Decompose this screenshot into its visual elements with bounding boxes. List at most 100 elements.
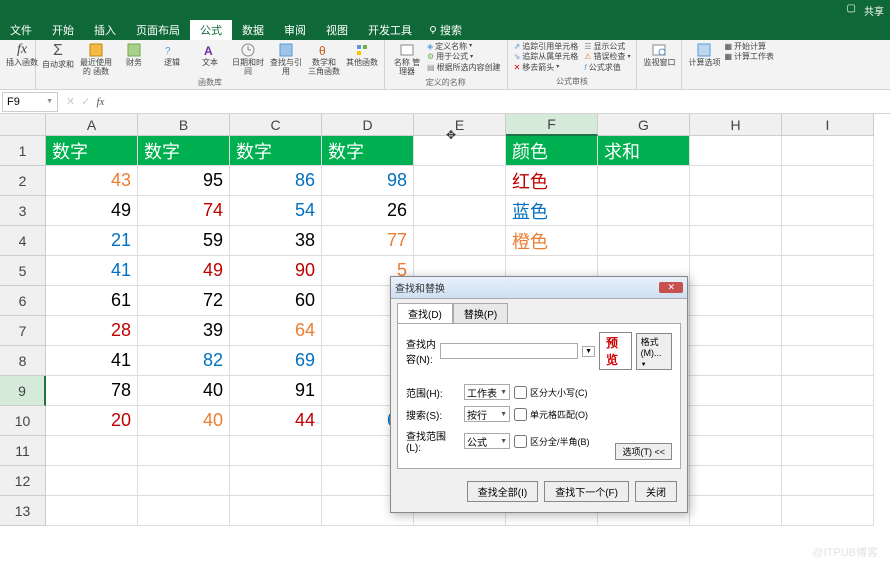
- cell-A8[interactable]: 41: [46, 346, 138, 376]
- column-header-G[interactable]: G: [598, 114, 690, 136]
- name-box[interactable]: F9 ▼: [2, 92, 58, 112]
- row-header-10[interactable]: 10: [0, 406, 46, 436]
- dialog-titlebar[interactable]: 查找和替换 ✕: [391, 277, 687, 299]
- column-header-F[interactable]: F: [506, 114, 598, 136]
- logical-button[interactable]: ?逻辑: [156, 42, 188, 68]
- text-button[interactable]: A文本: [194, 42, 226, 68]
- use-formula-button[interactable]: ⚙用于公式▾: [427, 52, 501, 62]
- tab-review[interactable]: 审阅: [274, 20, 316, 40]
- find-next-button[interactable]: 查找下一个(F): [544, 481, 629, 502]
- cell-H1[interactable]: [690, 136, 782, 166]
- row-header-1[interactable]: 1: [0, 136, 46, 166]
- row-header-9[interactable]: 9: [0, 376, 46, 406]
- share-button[interactable]: 共享: [864, 3, 884, 18]
- tab-home[interactable]: 开始: [42, 20, 84, 40]
- cell-G1[interactable]: 求和: [598, 136, 690, 166]
- trace-dependents-button[interactable]: ⇘追踪从属单元格: [514, 52, 579, 62]
- cell-C8[interactable]: 69: [230, 346, 322, 376]
- chevron-down-icon[interactable]: ▼: [582, 346, 595, 357]
- row-header-11[interactable]: 11: [0, 436, 46, 466]
- cell-A5[interactable]: 41: [46, 256, 138, 286]
- cell-H5[interactable]: [690, 256, 782, 286]
- search-combo[interactable]: 按行▼: [464, 406, 510, 422]
- eval-formula-button[interactable]: 𝑓公式求值: [584, 63, 630, 73]
- row-header-12[interactable]: 12: [0, 466, 46, 496]
- cell-A2[interactable]: 43: [46, 166, 138, 196]
- range-combo[interactable]: 工作表▼: [464, 384, 510, 400]
- cell-E2[interactable]: [414, 166, 506, 196]
- column-header-I[interactable]: I: [782, 114, 874, 136]
- cell-E1[interactable]: [414, 136, 506, 166]
- cell-B11[interactable]: [138, 436, 230, 466]
- cell-F3[interactable]: 蓝色: [506, 196, 598, 226]
- cell-C13[interactable]: [230, 496, 322, 526]
- cell-H6[interactable]: [690, 286, 782, 316]
- cell-C11[interactable]: [230, 436, 322, 466]
- cell-I7[interactable]: [782, 316, 874, 346]
- cell-C5[interactable]: 90: [230, 256, 322, 286]
- tab-view[interactable]: 视图: [316, 20, 358, 40]
- cell-I12[interactable]: [782, 466, 874, 496]
- tab-replace[interactable]: 替换(P): [453, 303, 508, 323]
- match-width-check[interactable]: [514, 435, 527, 448]
- more-button[interactable]: 其他函数: [346, 42, 378, 68]
- cell-H4[interactable]: [690, 226, 782, 256]
- close-button[interactable]: 关闭: [635, 481, 677, 502]
- cell-B13[interactable]: [138, 496, 230, 526]
- column-header-C[interactable]: C: [230, 114, 322, 136]
- cell-I4[interactable]: [782, 226, 874, 256]
- cell-B9[interactable]: 40: [138, 376, 230, 406]
- cell-H2[interactable]: [690, 166, 782, 196]
- cell-G2[interactable]: [598, 166, 690, 196]
- find-content-input[interactable]: [440, 343, 578, 359]
- column-header-E[interactable]: E: [414, 114, 506, 136]
- cell-A7[interactable]: 28: [46, 316, 138, 346]
- ribbon-toggle-icon[interactable]: ▢: [847, 3, 856, 18]
- cell-A3[interactable]: 49: [46, 196, 138, 226]
- cell-D3[interactable]: 26: [322, 196, 414, 226]
- cell-H8[interactable]: [690, 346, 782, 376]
- trace-precedents-button[interactable]: ⇗追踪引用单元格: [514, 42, 579, 52]
- fx-icon[interactable]: fx: [96, 96, 104, 108]
- tab-find[interactable]: 查找(D): [397, 303, 453, 323]
- cell-A13[interactable]: [46, 496, 138, 526]
- column-header-D[interactable]: D: [322, 114, 414, 136]
- cell-A1[interactable]: 数字: [46, 136, 138, 166]
- close-button[interactable]: ✕: [659, 282, 683, 293]
- tab-layout[interactable]: 页面布局: [126, 20, 190, 40]
- cell-B10[interactable]: 40: [138, 406, 230, 436]
- cell-H3[interactable]: [690, 196, 782, 226]
- cell-D1[interactable]: 数字: [322, 136, 414, 166]
- cell-A12[interactable]: [46, 466, 138, 496]
- select-all-corner[interactable]: [0, 114, 46, 136]
- lookin-combo[interactable]: 公式▼: [464, 433, 510, 449]
- cell-H10[interactable]: [690, 406, 782, 436]
- cell-G4[interactable]: [598, 226, 690, 256]
- watch-window-button[interactable]: 监视窗口: [643, 42, 675, 68]
- cell-B8[interactable]: 82: [138, 346, 230, 376]
- cell-I8[interactable]: [782, 346, 874, 376]
- column-header-B[interactable]: B: [138, 114, 230, 136]
- cell-B2[interactable]: 95: [138, 166, 230, 196]
- calc-sheet-button[interactable]: ▦计算工作表: [724, 52, 774, 62]
- menu-search[interactable]: 搜索: [422, 20, 462, 40]
- check-icon[interactable]: ✓: [81, 95, 90, 108]
- cell-I9[interactable]: [782, 376, 874, 406]
- remove-arrows-button[interactable]: ✕移去箭头▾: [514, 63, 579, 73]
- row-header-5[interactable]: 5: [0, 256, 46, 286]
- cell-A10[interactable]: 20: [46, 406, 138, 436]
- cell-G3[interactable]: [598, 196, 690, 226]
- cell-C10[interactable]: 44: [230, 406, 322, 436]
- cell-E3[interactable]: [414, 196, 506, 226]
- cell-H13[interactable]: [690, 496, 782, 526]
- cell-I13[interactable]: [782, 496, 874, 526]
- match-case-check[interactable]: [514, 386, 527, 399]
- cell-H9[interactable]: [690, 376, 782, 406]
- cell-H11[interactable]: [690, 436, 782, 466]
- cell-I6[interactable]: [782, 286, 874, 316]
- format-button[interactable]: 格式(M)... ▼: [636, 333, 672, 370]
- cell-B1[interactable]: 数字: [138, 136, 230, 166]
- recent-button[interactable]: 最近使用的 函数: [80, 42, 112, 77]
- match-cell-check[interactable]: [514, 408, 527, 421]
- cell-D4[interactable]: 77: [322, 226, 414, 256]
